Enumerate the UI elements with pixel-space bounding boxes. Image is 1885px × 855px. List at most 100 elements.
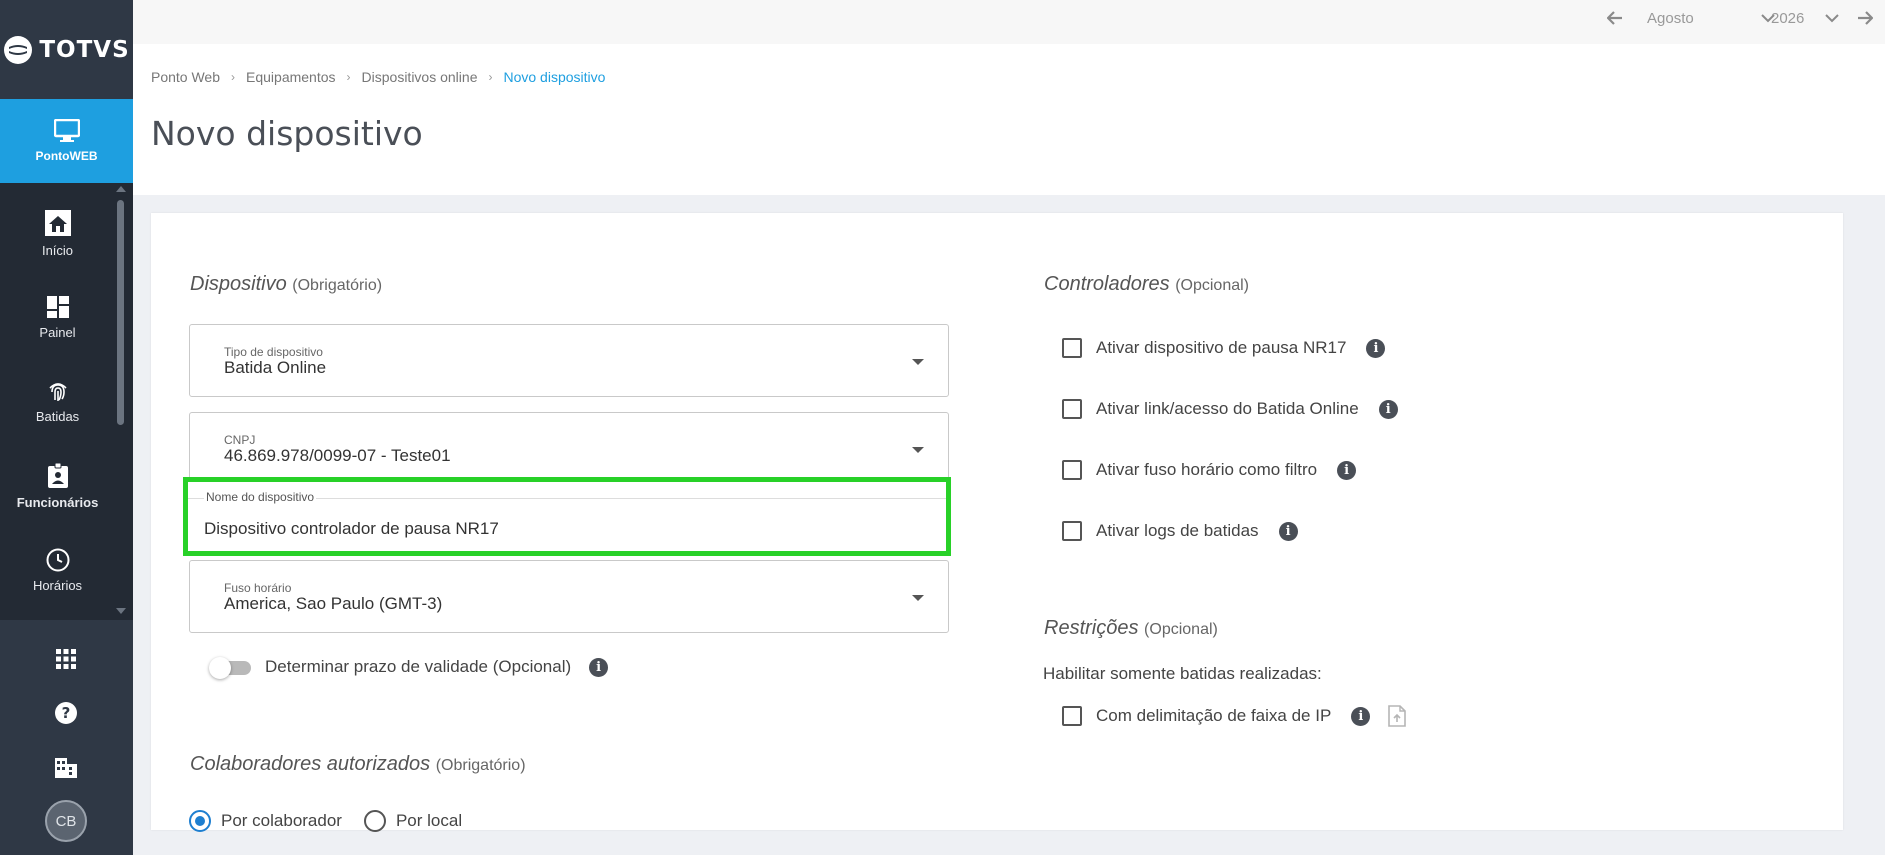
home-icon bbox=[44, 210, 71, 236]
breadcrumb-item-ponto-web[interactable]: Ponto Web bbox=[151, 69, 220, 85]
checkbox[interactable] bbox=[1062, 338, 1082, 358]
cnpj-value: 46.869.978/0099-07 - Teste01 bbox=[224, 446, 451, 465]
section-controladores-name: Controladores bbox=[1044, 273, 1170, 295]
tipo-dispositivo-value: Batida Online bbox=[224, 358, 327, 377]
nav-pontoweb[interactable]: PontoWEB bbox=[0, 99, 133, 192]
totvs-logo-icon bbox=[4, 35, 33, 64]
validade-row: Determinar prazo de validade (Opcional) … bbox=[209, 657, 609, 679]
month-select[interactable]: Agosto bbox=[1647, 0, 1775, 36]
nav-pontoweb-label: PontoWEB bbox=[35, 149, 98, 163]
building-icon[interactable] bbox=[48, 749, 84, 785]
apps-grid-icon[interactable] bbox=[48, 641, 84, 677]
info-icon[interactable]: i bbox=[589, 657, 609, 677]
breadcrumb-separator-icon: › bbox=[231, 70, 236, 84]
fuso-horario-label: Fuso horário bbox=[224, 581, 292, 595]
controlador-option-label: Ativar logs de batidas bbox=[1096, 521, 1259, 540]
radio-por-local[interactable] bbox=[363, 810, 386, 832]
arrow-left-icon bbox=[1607, 11, 1622, 25]
chevron-down-icon bbox=[1825, 13, 1839, 22]
tipo-dispositivo-select[interactable]: Tipo de dispositivo Batida Online bbox=[189, 324, 949, 397]
section-colaboradores-name: Colaboradores autorizados bbox=[190, 753, 431, 775]
section-controladores-qualifier: (Opcional) bbox=[1175, 277, 1249, 294]
info-icon[interactable]: i bbox=[1337, 460, 1357, 480]
scroll-up-arrow[interactable] bbox=[116, 186, 126, 192]
chevron-down-icon bbox=[912, 595, 924, 601]
breadcrumb-item-equipamentos[interactable]: Equipamentos bbox=[246, 69, 336, 85]
avatar[interactable]: CB bbox=[45, 800, 87, 842]
sidebar-item-horarios[interactable]: Horários bbox=[0, 548, 115, 593]
monitor-icon bbox=[53, 119, 80, 142]
section-restricoes-title: Restrições (Opcional) bbox=[1044, 617, 1218, 640]
info-icon[interactable]: i bbox=[1351, 706, 1371, 726]
badge-icon bbox=[47, 463, 68, 488]
year-select[interactable]: 2026 bbox=[1771, 0, 1839, 36]
sidebar-item-painel[interactable]: Painel bbox=[0, 295, 115, 340]
logo-text: TOTVS bbox=[39, 36, 130, 63]
radio-por-colaborador[interactable] bbox=[189, 810, 211, 832]
colaboradores-radio-group: Por colaborador Por local bbox=[189, 810, 462, 832]
cnpj-select[interactable]: CNPJ 46.869.978/0099-07 - Teste01 bbox=[189, 412, 949, 485]
section-dispositivo-qualifier: (Obrigatório) bbox=[292, 277, 383, 294]
help-icon[interactable]: ? bbox=[48, 695, 84, 731]
page-header: Ponto Web › Equipamentos › Dispositivos … bbox=[133, 44, 1885, 195]
sidebar: TOTVS PontoWEB Início Painel Batidas Fun… bbox=[0, 0, 133, 855]
clock-icon bbox=[46, 548, 69, 572]
totvs-logo[interactable]: TOTVS bbox=[0, 0, 133, 99]
sidebar-item-painel-label: Painel bbox=[39, 325, 76, 340]
arrow-right-icon bbox=[1858, 11, 1873, 25]
sidebar-scrollbar[interactable] bbox=[117, 200, 124, 425]
restricao-option-faixa-ip[interactable]: Com delimitação de faixa de IP i bbox=[1062, 705, 1407, 727]
section-colaboradores-title: Colaboradores autorizados (Obrigatório) bbox=[190, 753, 526, 776]
toggle-knob bbox=[209, 657, 231, 679]
breadcrumb-separator-icon: › bbox=[346, 70, 351, 84]
fuso-horario-value: America, Sao Paulo (GMT-3) bbox=[224, 594, 443, 613]
nome-dispositivo-field[interactable]: Nome do dispositivo Dispositivo controla… bbox=[183, 477, 951, 556]
section-restricoes-qualifier: (Opcional) bbox=[1144, 621, 1218, 638]
section-dispositivo-name: Dispositivo bbox=[190, 273, 287, 295]
section-restricoes-name: Restrições bbox=[1044, 617, 1139, 639]
page-title: Novo dispositivo bbox=[151, 114, 423, 153]
checkbox[interactable] bbox=[1062, 706, 1082, 726]
validade-label: Determinar prazo de validade (Opcional) bbox=[265, 657, 572, 676]
radio-por-colaborador-label: Por colaborador bbox=[221, 811, 342, 830]
year-value: 2026 bbox=[1771, 9, 1805, 27]
breadcrumb: Ponto Web › Equipamentos › Dispositivos … bbox=[151, 69, 605, 85]
fingerprint-icon bbox=[48, 383, 67, 401]
prev-month-button[interactable] bbox=[1607, 0, 1623, 36]
controlador-option-pausa-nr17[interactable]: Ativar dispositivo de pausa NR17 i bbox=[1062, 338, 1386, 358]
upload-file-icon[interactable] bbox=[1388, 705, 1407, 727]
breadcrumb-item-current: Novo dispositivo bbox=[503, 69, 606, 85]
breadcrumb-item-dispositivos-online[interactable]: Dispositivos online bbox=[362, 69, 478, 85]
cnpj-label: CNPJ bbox=[224, 433, 256, 447]
controlador-option-logs[interactable]: Ativar logs de batidas i bbox=[1062, 521, 1298, 541]
info-icon[interactable]: i bbox=[1278, 521, 1298, 541]
checkbox[interactable] bbox=[1062, 521, 1082, 541]
controlador-option-label: Ativar link/acesso do Batida Online bbox=[1096, 399, 1359, 418]
sidebar-item-inicio-label: Início bbox=[41, 243, 74, 258]
nome-dispositivo-input[interactable]: Dispositivo controlador de pausa NR17 bbox=[204, 519, 499, 539]
scroll-down-arrow[interactable] bbox=[116, 608, 126, 614]
next-month-button[interactable] bbox=[1857, 0, 1873, 36]
topbar: Agosto 2026 bbox=[133, 0, 1885, 44]
restricoes-subtitle: Habilitar somente batidas realizadas: bbox=[1043, 664, 1322, 683]
info-icon[interactable]: i bbox=[1366, 338, 1386, 358]
checkbox[interactable] bbox=[1062, 399, 1082, 419]
checkbox[interactable] bbox=[1062, 460, 1082, 480]
controlador-option-fuso-filtro[interactable]: Ativar fuso horário como filtro i bbox=[1062, 460, 1357, 480]
sidebar-item-batidas[interactable]: Batidas bbox=[0, 379, 115, 424]
sidebar-item-inicio[interactable]: Início bbox=[0, 209, 115, 258]
section-controladores-title: Controladores (Opcional) bbox=[1044, 273, 1249, 296]
sidebar-item-horarios-label: Horários bbox=[32, 578, 83, 593]
nome-dispositivo-label: Nome do dispositivo bbox=[204, 490, 317, 504]
month-value: Agosto bbox=[1647, 9, 1694, 27]
validade-toggle[interactable] bbox=[209, 657, 253, 679]
tipo-dispositivo-label: Tipo de dispositivo bbox=[224, 345, 323, 359]
svg-text:?: ? bbox=[62, 704, 71, 722]
info-icon[interactable]: i bbox=[1378, 399, 1398, 419]
fuso-horario-select[interactable]: Fuso horário America, Sao Paulo (GMT-3) bbox=[189, 560, 949, 633]
breadcrumb-separator-icon: › bbox=[488, 70, 493, 84]
restricao-option-label: Com delimitação de faixa de IP bbox=[1096, 706, 1332, 725]
radio-por-local-label: Por local bbox=[395, 811, 463, 830]
controlador-option-batida-online[interactable]: Ativar link/acesso do Batida Online i bbox=[1062, 399, 1398, 419]
sidebar-item-funcionarios[interactable]: Funcionários bbox=[0, 463, 115, 510]
